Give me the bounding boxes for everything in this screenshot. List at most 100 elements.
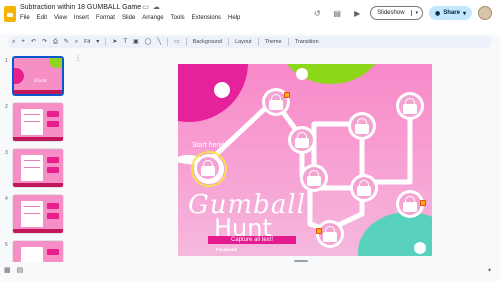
shape-icon[interactable]: ◯ — [145, 38, 152, 46]
thumbnail-line — [24, 160, 40, 161]
thumbnail-button — [47, 111, 59, 117]
theme-button[interactable]: Theme — [265, 39, 282, 45]
menu-format[interactable]: Format — [96, 15, 115, 21]
explore-icon[interactable]: ✦ — [487, 267, 492, 274]
thumbnail-button — [47, 249, 59, 255]
menu-edit[interactable]: Edit — [37, 15, 47, 21]
start-label[interactable]: Start here! — [192, 142, 225, 149]
share-button[interactable]: ◉ Share ▾ — [429, 6, 472, 20]
slides-logo-icon[interactable] — [4, 6, 16, 22]
menu-extensions[interactable]: Extensions — [192, 15, 221, 21]
zoom-select[interactable]: Fit — [84, 39, 90, 45]
menu-file[interactable]: File — [20, 15, 30, 21]
menu-insert[interactable]: Insert — [74, 15, 89, 21]
lock-icon-body — [323, 232, 337, 242]
meet-icon[interactable]: ▶ — [350, 6, 364, 20]
thumbnail-card — [21, 155, 43, 181]
menu-slide[interactable]: Slide — [122, 15, 135, 21]
new-slide-icon[interactable]: + — [21, 38, 25, 46]
background-button[interactable]: Background — [193, 39, 222, 45]
slide-thumbnail[interactable]: Hunt — [12, 56, 64, 96]
chevron-down-icon: ▾ — [462, 10, 466, 17]
paint-format-icon[interactable]: ✎ — [64, 38, 69, 46]
toolbar-divider — [167, 38, 169, 46]
chevron-down-icon[interactable]: ▾ — [96, 38, 99, 46]
lock-node[interactable] — [348, 112, 376, 140]
document-title[interactable]: Subtraction within 18 GUMBALL Game — [20, 4, 141, 11]
slide-number: 4 — [5, 196, 8, 202]
slide-thumbnail[interactable] — [12, 194, 64, 234]
thumbnail-button — [47, 213, 59, 219]
thumbnail-line — [24, 121, 40, 122]
menu-arrange[interactable]: Arrange — [142, 15, 163, 21]
toolbar-divider — [228, 38, 230, 46]
slide-number: 3 — [5, 150, 8, 156]
move-to-folder-icon[interactable]: ▭ — [142, 4, 149, 12]
comment-add-icon[interactable]: ▭ — [174, 38, 180, 46]
slide-thumbnail[interactable] — [12, 240, 64, 264]
menu-help[interactable]: Help — [228, 15, 240, 21]
lock-node[interactable] — [288, 126, 316, 154]
slides-app-window: Subtraction within 18 GUMBALL Game ☆ ▭ ☁… — [0, 0, 500, 281]
cloud-saved-icon[interactable]: ☁ — [153, 4, 160, 12]
select-cursor-icon[interactable]: ➤ — [112, 38, 117, 46]
filmstrip-view-icon[interactable]: ▤ — [17, 267, 24, 275]
slideshow-button[interactable]: Slideshow ▾ — [370, 6, 424, 20]
slide-thumbnail[interactable] — [12, 148, 64, 188]
toolbar-divider — [105, 38, 107, 46]
layout-button[interactable]: Layout — [235, 39, 252, 45]
menu-tools[interactable]: Tools — [171, 15, 185, 21]
reward-badge-icon — [284, 92, 290, 98]
thumbnail-bar — [13, 137, 63, 141]
search-menus-icon[interactable]: ⌕ — [12, 38, 15, 46]
speaker-notes-resize-handle[interactable] — [294, 260, 308, 262]
thumbnail-card — [21, 201, 43, 227]
text-box-icon[interactable]: T — [123, 38, 127, 46]
zoom-icon[interactable]: ⌕ — [75, 38, 78, 46]
slide-thumbnail[interactable] — [12, 102, 64, 142]
lock-icon-body — [403, 104, 417, 114]
slide-credit: Facebook — [216, 247, 238, 252]
grid-view-icon[interactable]: ▦ — [4, 267, 11, 275]
lock-node[interactable] — [316, 220, 344, 248]
lock-node[interactable] — [350, 174, 378, 202]
header-actions: ↺ ▤ ▶ Slideshow ▾ ◉ Share ▾ — [310, 6, 492, 20]
start-lock-node[interactable] — [191, 151, 227, 187]
thumbnail-shape — [14, 68, 24, 84]
thumbnail-card — [21, 109, 43, 135]
thumbnail-button — [47, 157, 59, 163]
undo-icon[interactable]: ↶ — [31, 38, 36, 46]
thumbnail-button — [47, 167, 59, 173]
thumbnail-button — [47, 203, 59, 209]
globe-icon: ◉ — [435, 10, 441, 17]
comments-icon[interactable]: ▤ — [330, 6, 344, 20]
thumbnail-shape — [49, 58, 62, 68]
bottom-bar — [0, 262, 500, 281]
title-bar: Subtraction within 18 GUMBALL Game ☆ ▭ ☁… — [0, 0, 500, 34]
speaker-notes-marker: ⋮ — [75, 56, 81, 62]
title-icons: ☆ ▭ ☁ — [132, 4, 160, 12]
print-icon[interactable]: ⎙ — [53, 38, 58, 46]
chevron-down-icon[interactable]: ▾ — [410, 10, 423, 16]
slide-subtitle[interactable]: Capture all text! — [208, 236, 296, 244]
lock-node[interactable] — [396, 92, 424, 120]
thumbnail-bar — [13, 229, 63, 233]
lock-node[interactable] — [300, 164, 328, 192]
history-icon[interactable]: ↺ — [310, 6, 324, 20]
redo-icon[interactable]: ↷ — [42, 38, 47, 46]
image-icon[interactable]: ▣ — [133, 38, 139, 46]
thumbnail-card — [21, 247, 43, 263]
lock-icon-body — [269, 100, 283, 110]
menu-view[interactable]: View — [54, 15, 67, 21]
lock-icon-body — [355, 124, 369, 134]
lock-icon-body — [307, 176, 321, 186]
avatar[interactable] — [478, 6, 492, 20]
slide-filmstrip: 1 Hunt 2 3 4 5 — [0, 50, 72, 268]
line-icon[interactable]: ╲ — [157, 38, 161, 46]
transition-button[interactable]: Transition — [295, 39, 319, 45]
star-icon[interactable]: ☆ — [132, 4, 138, 12]
slide-canvas[interactable]: Start here! Gumball Hunt Capture all tex… — [178, 64, 432, 256]
share-label: Share — [443, 10, 460, 16]
menu-bar: File Edit View Insert Format Slide Arran… — [20, 15, 240, 21]
thumbnail-line — [24, 213, 40, 214]
